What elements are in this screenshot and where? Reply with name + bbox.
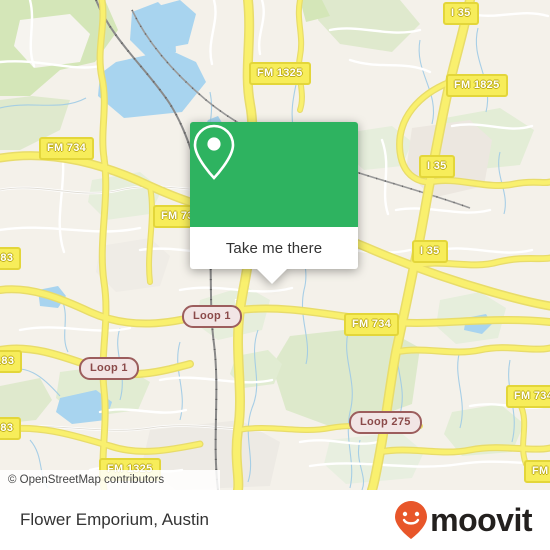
- bottom-bar: Flower Emporium, Austin moovit: [0, 490, 550, 550]
- road-shield-label: I 35: [419, 155, 455, 178]
- place-popup-card[interactable]: Take me there: [190, 122, 358, 284]
- map-pin-icon: [193, 124, 235, 180]
- popup-pointer: [256, 268, 288, 284]
- road-shield-label: FM 1325: [249, 62, 311, 85]
- moovit-smiley-pin-icon: [395, 501, 428, 539]
- road-shield-label: I 35: [443, 2, 479, 25]
- road-shield-label: FM 734: [39, 137, 95, 160]
- road-shield-label: FM: [524, 460, 550, 483]
- place-title: Flower Emporium, Austin: [20, 510, 209, 529]
- road-shield-label: 183: [0, 247, 22, 270]
- road-shield-label: FM 734: [506, 385, 550, 408]
- map-canvas[interactable]: I 35 FM 1325 FM 1825 FM 734 I 35 FM 734 I 35 18…: [0, 0, 550, 490]
- popup-image-area: [190, 122, 358, 227]
- road-shield-label: FM 1825: [446, 74, 508, 97]
- road-shield-label: Loop 1: [79, 357, 139, 380]
- road-shield-label: 183: [0, 417, 22, 440]
- road-shield-label: 183: [0, 350, 23, 373]
- map-screen: I 35 FM 1325 FM 1825 FM 734 I 35 FM 734 I 35 18…: [0, 0, 550, 550]
- moovit-brand[interactable]: moovit: [394, 500, 532, 540]
- road-shield-label: Loop 275: [349, 411, 422, 434]
- moovit-wordmark: moovit: [430, 502, 532, 538]
- road-shield-label: Loop 1: [182, 305, 242, 328]
- road-shield-label: FM 734: [344, 313, 400, 336]
- road-shield-label: I 35: [412, 240, 448, 263]
- take-me-there-button[interactable]: Take me there: [190, 227, 358, 269]
- osm-attribution[interactable]: © OpenStreetMap contributors: [0, 470, 220, 490]
